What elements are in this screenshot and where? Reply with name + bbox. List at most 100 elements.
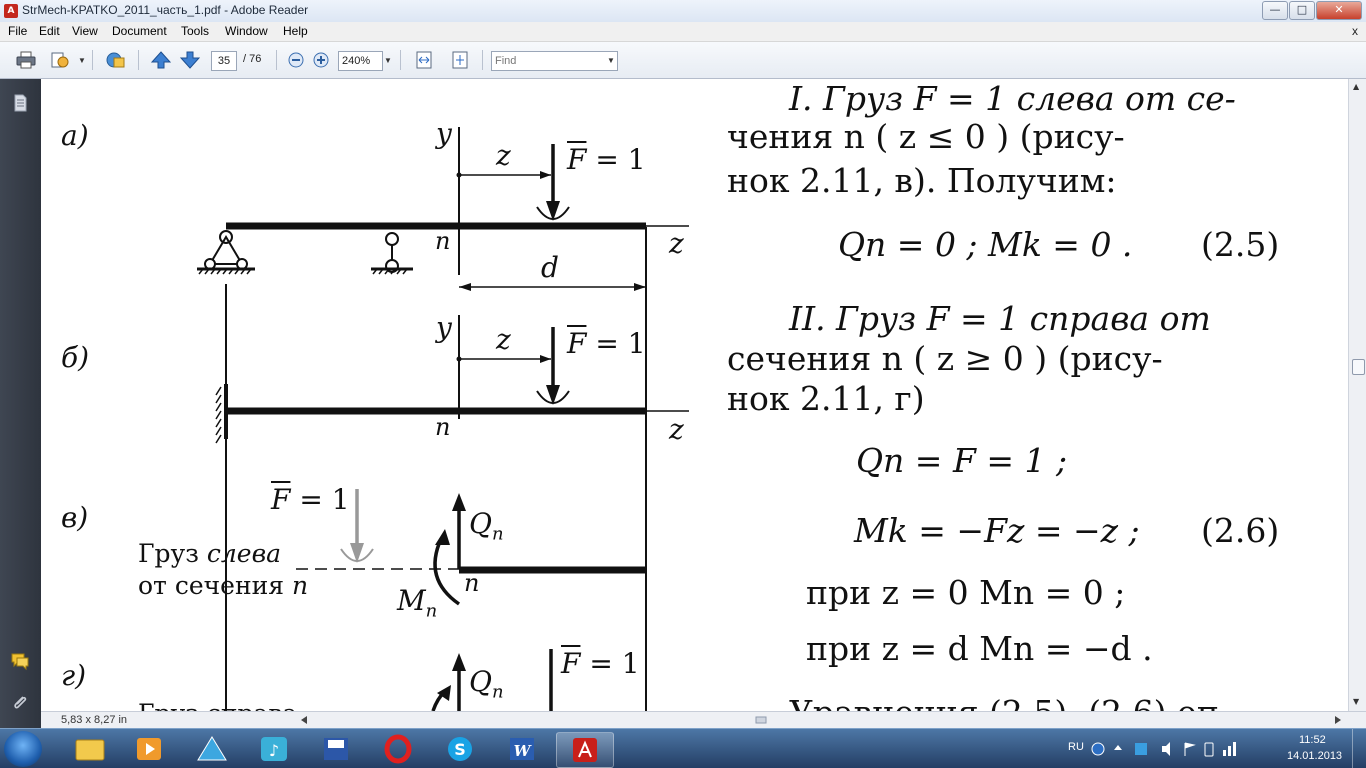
chevron-down-icon[interactable]: ▼ bbox=[78, 56, 86, 65]
equation-2-6: Mk = −Fz = −z ; bbox=[854, 511, 1140, 550]
fit-width-icon[interactable] bbox=[414, 51, 434, 69]
explorer-taskbar-item[interactable] bbox=[62, 732, 118, 766]
find-input[interactable]: Find bbox=[491, 51, 618, 71]
save-taskbar-item[interactable] bbox=[308, 732, 364, 766]
skype-taskbar-item[interactable]: S bbox=[432, 732, 488, 766]
scroll-thumb[interactable] bbox=[1352, 359, 1365, 375]
music-taskbar-item[interactable]: ♪ bbox=[246, 732, 302, 766]
menu-edit[interactable]: Edit bbox=[39, 24, 60, 38]
print-icon[interactable] bbox=[16, 51, 36, 69]
folder-icon bbox=[75, 739, 105, 761]
menu-window[interactable]: Window bbox=[225, 24, 268, 38]
force-label: F = 1 bbox=[567, 143, 646, 176]
navigation-panel bbox=[0, 79, 41, 728]
word-taskbar-item[interactable]: W bbox=[494, 732, 550, 766]
menu-file[interactable]: File bbox=[8, 24, 27, 38]
page-thumbnails-icon[interactable] bbox=[10, 93, 30, 113]
page-size-label: 5,83 x 8,27 in bbox=[61, 714, 128, 726]
equation-2-5: Qn = 0 ; Mk = 0 . bbox=[838, 225, 1133, 264]
show-desktop-button[interactable] bbox=[1352, 729, 1366, 768]
media-player-taskbar-item[interactable] bbox=[122, 732, 178, 766]
floppy-disk-icon bbox=[324, 738, 348, 760]
attachments-icon[interactable] bbox=[10, 693, 30, 713]
app-taskbar-item[interactable] bbox=[184, 732, 240, 766]
music-icon: ♪ bbox=[261, 737, 287, 761]
section-n-label: n bbox=[464, 569, 480, 597]
zoom-level-select[interactable]: 240% bbox=[338, 51, 383, 71]
minimize-button[interactable]: — bbox=[1262, 1, 1288, 20]
share-icon[interactable] bbox=[105, 51, 125, 69]
paragraph-2-line-2: сечения n ( z ≥ 0 ) (рису- bbox=[727, 339, 1163, 378]
section-n-label: n bbox=[435, 227, 451, 255]
menu-bar: File Edit View Document Tools Window Hel… bbox=[0, 22, 1366, 42]
svg-text:S: S bbox=[454, 740, 466, 759]
toolbar-divider bbox=[276, 50, 277, 70]
language-indicator[interactable]: RU bbox=[1068, 741, 1084, 753]
clock-time[interactable]: 11:52 bbox=[1299, 734, 1326, 746]
clock-date[interactable]: 14.01.2013 bbox=[1287, 750, 1342, 762]
svg-text:W: W bbox=[514, 742, 533, 760]
axis-z-label: z bbox=[669, 227, 684, 260]
equation-q: Qn = F = 1 ; bbox=[856, 441, 1068, 480]
menu-help[interactable]: Help bbox=[283, 24, 308, 38]
previous-page-icon[interactable] bbox=[151, 51, 171, 69]
zoom-in-icon[interactable] bbox=[311, 51, 331, 69]
menu-view[interactable]: View bbox=[72, 24, 98, 38]
shear-force-label: Qn bbox=[469, 507, 504, 545]
horizontal-scrollbar[interactable] bbox=[301, 715, 1341, 725]
close-document-icon[interactable]: x bbox=[1352, 24, 1358, 38]
toolbar-divider bbox=[92, 50, 93, 70]
chevron-down-icon[interactable]: ▼ bbox=[607, 56, 615, 65]
close-button[interactable]: ✕ bbox=[1316, 1, 1362, 20]
adobe-reader-taskbar-item[interactable] bbox=[556, 732, 614, 768]
adobe-reader-icon: A bbox=[4, 4, 18, 18]
status-bar: 5,83 x 8,27 in bbox=[41, 711, 1366, 729]
comments-icon[interactable] bbox=[10, 651, 30, 671]
start-button[interactable] bbox=[4, 731, 42, 767]
paragraph-3-line-1: Уравнения (2.5), (2.6) оп- bbox=[789, 693, 1230, 711]
toolbar: ▼ 35 / 76 240% ▼ Find ▼ bbox=[0, 42, 1366, 79]
page-number-input[interactable]: 35 bbox=[211, 51, 237, 71]
opera-taskbar-item[interactable] bbox=[370, 732, 426, 766]
maximize-button[interactable]: □ bbox=[1289, 1, 1315, 20]
caption-gruz-sprava: Груз справа bbox=[138, 699, 297, 711]
collaborate-icon[interactable] bbox=[50, 51, 70, 69]
media-player-icon bbox=[137, 738, 161, 760]
next-page-icon[interactable] bbox=[180, 51, 200, 69]
title-bar: A StrMech-KPATKO_2011_часть_1.pdf - Adob… bbox=[0, 0, 1366, 23]
menu-tools[interactable]: Tools bbox=[181, 24, 209, 38]
axis-z-label: z bbox=[496, 139, 511, 172]
toolbar-divider bbox=[400, 50, 401, 70]
equation-number-2-6: (2.6) bbox=[1201, 511, 1280, 550]
paragraph-1-line-2: чения n ( z ≤ 0 ) (рису- bbox=[727, 117, 1125, 156]
word-icon: W bbox=[510, 738, 534, 760]
chevron-down-icon[interactable]: ▼ bbox=[384, 56, 392, 65]
paragraph-2-line-3: нок 2.11, г) bbox=[727, 379, 925, 418]
force-label: F = 1 bbox=[567, 327, 646, 360]
scroll-up-icon[interactable]: ▲ bbox=[1353, 82, 1359, 91]
caption-ot-secheniya: от сечения n bbox=[138, 571, 309, 600]
axis-z-label: z bbox=[669, 413, 684, 446]
menu-document[interactable]: Document bbox=[112, 24, 167, 38]
fit-page-icon[interactable] bbox=[450, 51, 470, 69]
taskbar: ♪ S W RU 11:52 14.01.2013 bbox=[0, 728, 1366, 768]
vertical-scrollbar[interactable]: ▲ ▼ bbox=[1348, 79, 1366, 711]
scroll-down-icon[interactable]: ▼ bbox=[1353, 697, 1359, 706]
document-page[interactable]: а) б) в) г) y z F = 1 n z d y z F = 1 n … bbox=[41, 79, 1348, 711]
condition-z-0: при z = 0 Mn = 0 ; bbox=[806, 573, 1126, 612]
moment-label: Mn bbox=[397, 584, 438, 622]
axis-y-label: y bbox=[436, 117, 452, 150]
zoom-out-icon[interactable] bbox=[286, 51, 306, 69]
shear-force-label: Qn bbox=[469, 665, 504, 703]
skype-icon: S bbox=[448, 737, 472, 761]
opera-icon bbox=[384, 734, 412, 764]
force-label: F = 1 bbox=[561, 647, 640, 680]
equation-number-2-5: (2.5) bbox=[1201, 225, 1280, 264]
axis-y-label: y bbox=[436, 311, 452, 344]
section-n-label: n bbox=[435, 413, 451, 441]
paragraph-1-line-1: I. Груз F = 1 слева от се- bbox=[789, 79, 1236, 118]
paragraph-2-line-1: II. Груз F = 1 справа от bbox=[789, 299, 1211, 338]
dimension-d-label: d bbox=[541, 251, 559, 284]
system-tray-icons[interactable] bbox=[1090, 740, 1240, 758]
axis-z-label: z bbox=[496, 323, 511, 356]
